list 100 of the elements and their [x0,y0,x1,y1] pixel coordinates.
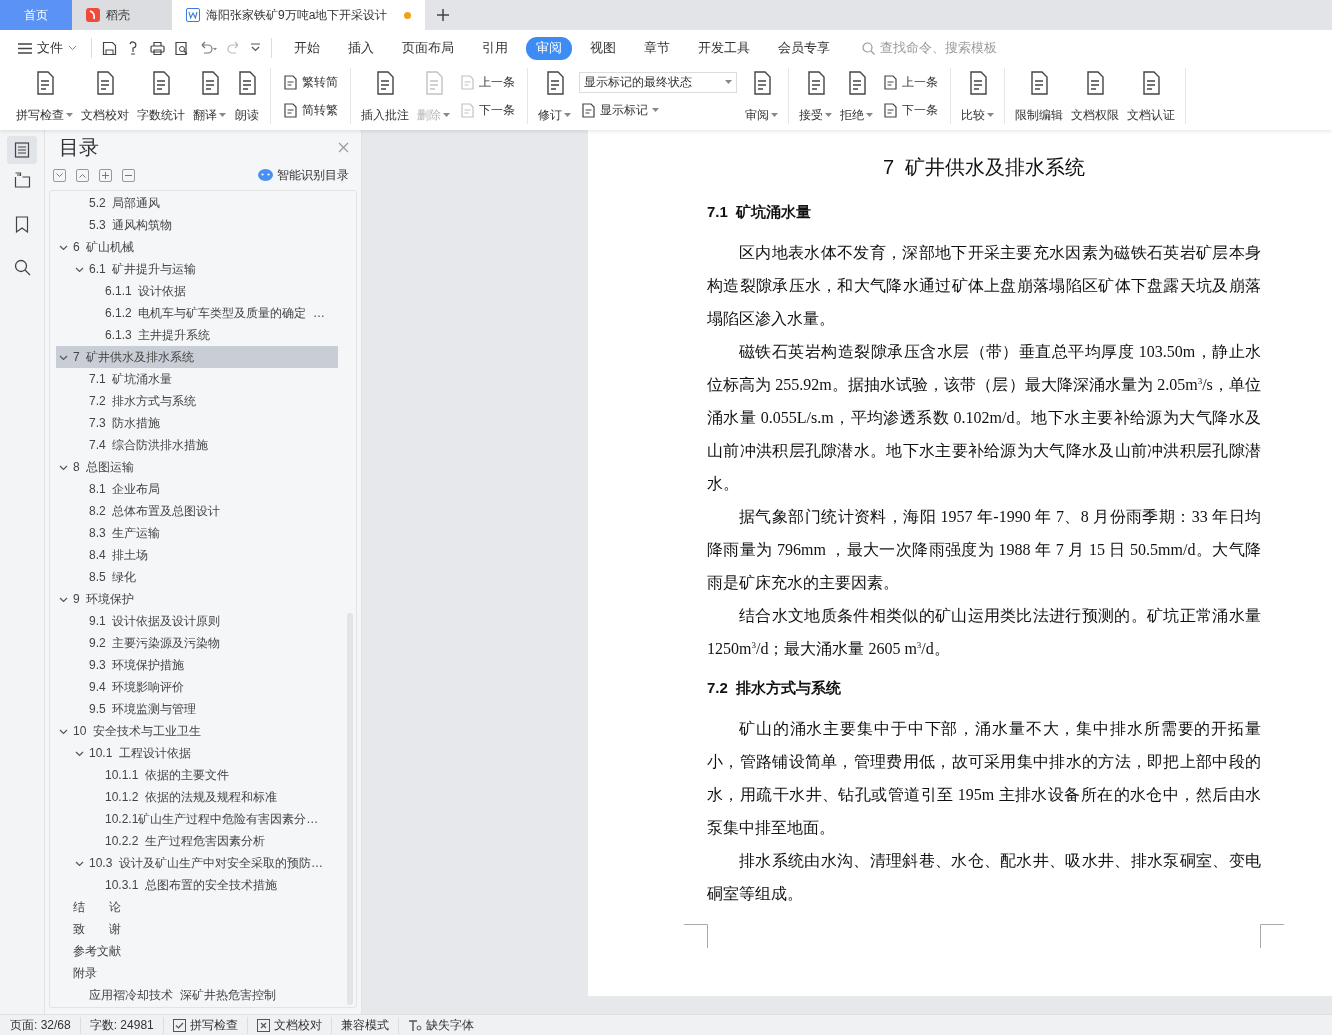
print-icon[interactable] [150,40,165,56]
toc-item[interactable]: 10.3 设计及矿山生产中对安全采取的预防… [56,852,338,874]
ribbon-button[interactable]: 文档权限 [1067,68,1123,124]
toc-item[interactable]: 9.1 设计依据及设计原则 [56,610,338,632]
chevron-down-icon[interactable] [53,168,66,182]
chevron-down-icon[interactable] [250,43,261,53]
close-icon[interactable] [338,142,349,153]
plus-icon[interactable] [437,9,449,21]
file-menu[interactable]: 文件 [14,36,81,60]
toc-item[interactable]: 6.1.1 设计依据 [56,280,338,302]
toc-item[interactable]: 致 谢 [56,918,338,940]
toc-item[interactable]: 10.1 工程设计依据 [56,742,338,764]
toc-item[interactable]: 7.1 矿坑涌水量 [56,368,338,390]
ribbon-button[interactable]: 显示标记 [579,101,737,120]
panel-title: 目录 [59,135,99,160]
toc-item[interactable]: 8.4 排土场 [56,544,338,566]
panel-icon[interactable] [13,172,31,188]
toc-item[interactable]: 10 安全技术与工业卫生 [56,720,338,742]
ribbon-button[interactable]: 朗读 [230,68,264,124]
paragraph: 结合水文地质条件相类似的矿山运用类比法进行预测的。矿坑正常涌水量 1250m$^{3}$/d；最大涌水量 2605 m$^{3}$/d。 [707,606,1261,659]
toc-item[interactable]: 6 矿山机械 [56,236,338,258]
toc-item[interactable]: 7 矿井供水及排水系统 [56,346,338,368]
toc-item[interactable]: 应用褶冷却技术 深矿井热危害控制 [56,984,338,1006]
ribbon-button[interactable]: 限制编辑 [1011,68,1067,124]
ribbon-button[interactable]: 翻译 [189,68,230,124]
toc-item[interactable]: 6.1.3 主井提升系统 [56,324,338,346]
status-button[interactable]: 缺失字体 [398,1016,483,1034]
toc-item[interactable]: 10.2.2 生产过程危害因素分析 [56,830,338,852]
app-logo-icon [86,8,100,22]
status-button[interactable]: 拼写检查 [163,1016,248,1034]
command-search-field[interactable]: 查找命令、搜索模板 [862,40,1022,56]
toc-item[interactable]: 9 环境保护 [56,588,338,610]
toc-item[interactable]: 结 论 [56,896,338,918]
ribbon-button[interactable]: 插入批注 [357,68,413,124]
toc-item[interactable]: 8.2 总体布置及总图设计 [56,500,338,522]
markup-dropdown[interactable]: 显示标记的最终状态 [579,72,737,93]
toc-item[interactable]: 8.1 企业布局 [56,478,338,500]
toc-item[interactable]: 5.2 局部通风 [56,192,338,214]
menu-tab[interactable]: 开始 [284,36,330,60]
menu-tab[interactable]: 开发工具 [688,36,760,60]
toc-item[interactable]: 9.3 环境保护措施 [56,654,338,676]
menu-tab[interactable]: 视图 [580,36,626,60]
toc-item[interactable]: 9.2 主要污染源及污染物 [56,632,338,654]
document-icon [460,74,475,90]
ribbon-button[interactable]: 文档校对 [77,68,133,124]
ribbon-button[interactable]: 接受 [795,68,836,124]
ribbon-button[interactable]: 拼写检查 [12,68,77,124]
chevron-down-icon [68,45,77,51]
toc-item[interactable]: 附录 [56,962,338,984]
section-heading: 7.1 矿坑涌水量 [707,203,813,222]
menu-tab[interactable]: 页面布局 [392,36,464,60]
toc-item[interactable]: 8.3 生产运输 [56,522,338,544]
toc-item[interactable]: 8 总图运输 [56,456,338,478]
toc-panel-button[interactable] [7,136,37,164]
ribbon-button[interactable]: 比较 [957,68,998,124]
tab[interactable]: 海阳张家铁矿9万吨a地下开采设计 [172,0,425,30]
toc-item[interactable]: 7.4 综合防洪排水措施 [56,434,338,456]
toc-item[interactable]: 9.5 环境监测与管理 [56,698,338,720]
toc-item[interactable]: 8.5 绿化 [56,566,338,588]
document-icon [883,74,898,90]
search-icon[interactable] [13,259,31,276]
toc-item[interactable]: 6.1.2 电机车与矿车类型及质量的确定 … [56,302,338,324]
chevron-up-icon[interactable] [76,168,89,182]
toc-item[interactable]: 7.2 排水方式与系统 [56,390,338,412]
toc-item[interactable]: 10.1.2 依据的法规及规程和标准 [56,786,338,808]
checkbox-icon [172,1018,186,1032]
menu-tab[interactable]: 章节 [634,36,680,60]
menu-tab[interactable]: 会员专享 [768,36,840,60]
paragraph: 磁铁石英岩构造裂隙承压含水层（带）垂直总平均厚度 103.50m，静止水位标高为 255.92m。据抽水试验，该带（层）最大降深涌水量为 2.05m$^{3}$/s，单位涌水量 0.055L/s.m，平均渗透系数 0.102m/d。地下水主要补给源为大气降水及山前冲洪积层孔隙潜水。地下水主要补给源为大气降水及山前冲洪积层孔隙潜水。 [707,342,1261,494]
status-button[interactable]: 文档校对 [247,1016,332,1034]
tab[interactable]: 稻壳 [72,0,172,30]
ribbon-button[interactable]: 文档认证 [1123,68,1179,124]
ribbon-button[interactable]: 繁转简 [281,72,340,92]
ribbon-button[interactable]: 上一条 [881,72,940,92]
ribbon-button[interactable]: 简转繁 [281,100,340,120]
toc-item[interactable]: 参考文献 [56,940,338,962]
caret-icon [66,113,73,118]
toc-item[interactable]: 9.4 环境影响评价 [56,676,338,698]
ribbon-button[interactable]: 修订 [534,68,575,124]
toc-item[interactable]: 5.3 通风构筑物 [56,214,338,236]
toc-item[interactable]: 10.3.1 总图布置的安全技术措施 [56,874,338,896]
ribbon-button[interactable]: 拒绝 [836,68,877,124]
save-icon[interactable] [102,40,117,56]
document-icon [283,102,298,118]
toc-item[interactable]: 10.1.1 依据的主要文件 [56,764,338,786]
corner-mark [1260,924,1284,948]
toc-item[interactable]: 10.2.1矿山生产过程中危险有害因素分… [56,808,338,830]
toc-item[interactable]: 6.1 矿井提升与运输 [56,258,338,280]
preview-icon[interactable] [174,40,189,56]
smart-toc-button[interactable]: 智能识别目录 [252,165,355,185]
minus-icon[interactable] [122,168,135,182]
bot-icon [258,169,273,181]
bookmark-icon[interactable] [15,216,29,233]
menu-tab[interactable]: 引用 [472,36,518,60]
ribbon-button[interactable]: 字数统计 [133,68,189,124]
ribbon-button[interactable]: 下一条 [881,100,940,120]
plus-icon[interactable] [99,168,112,182]
menu-tab[interactable]: 插入 [338,36,384,60]
toc-item[interactable]: 7.3 防水措施 [56,412,338,434]
ribbon-button[interactable]: 审阅 [741,68,782,124]
